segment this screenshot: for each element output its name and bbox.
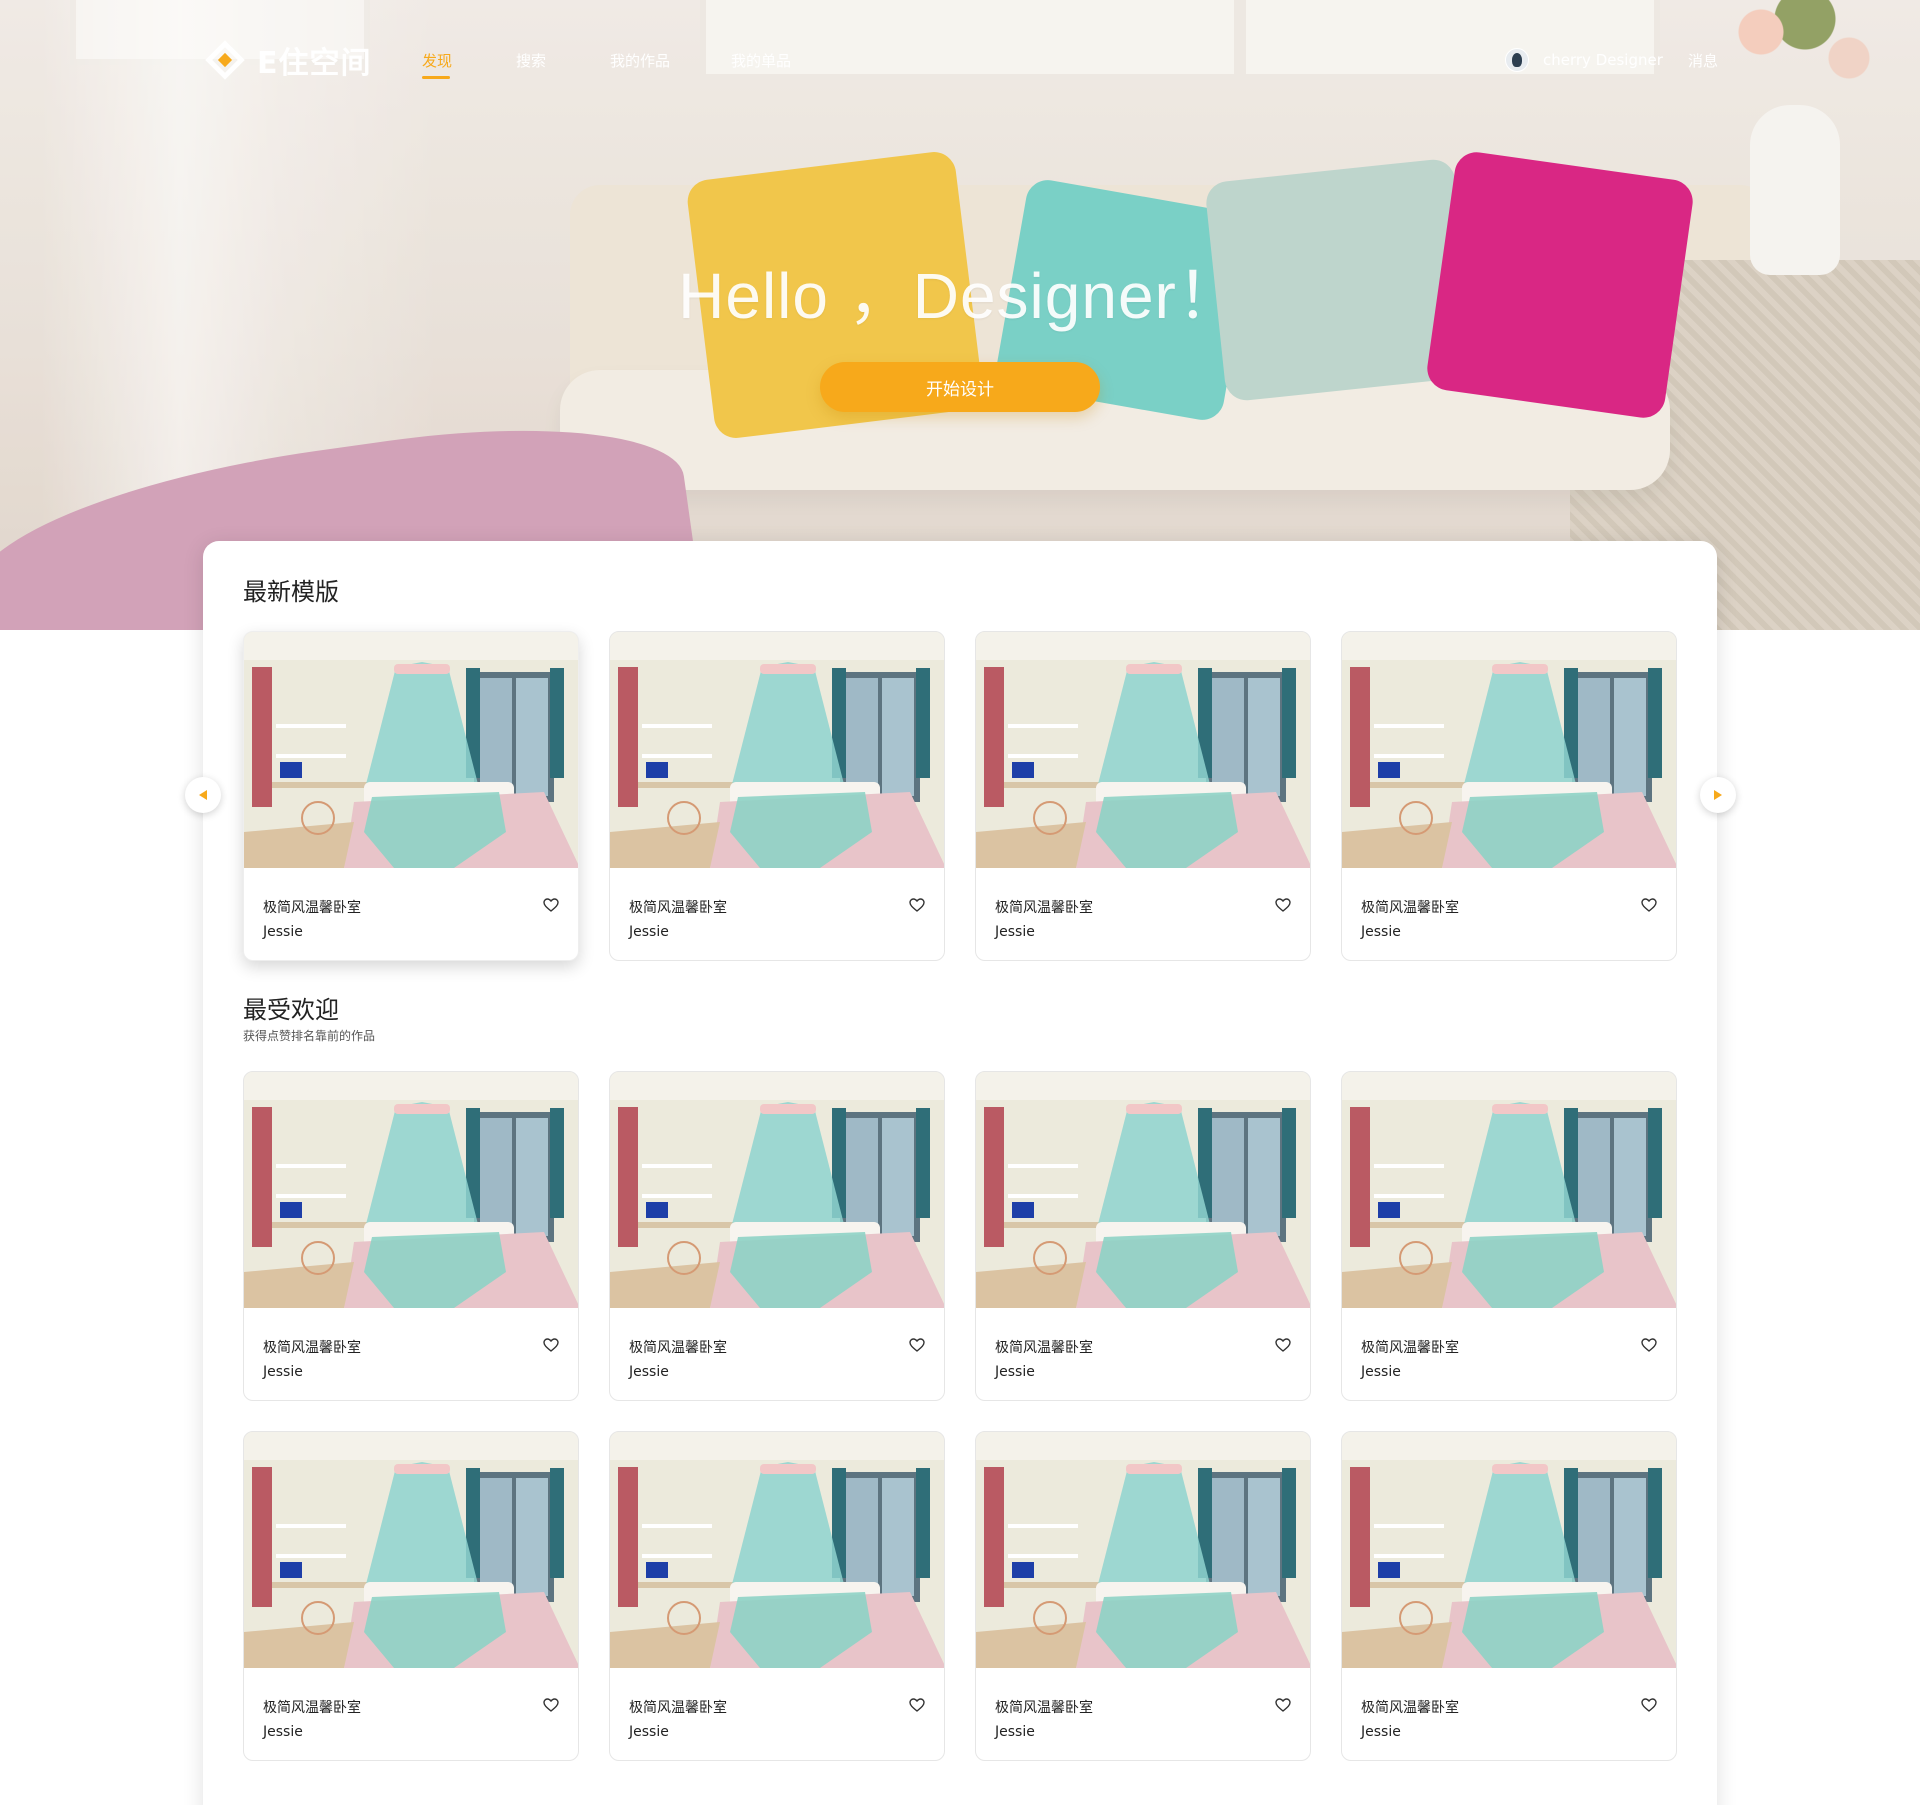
arrow-left-icon <box>199 790 207 800</box>
nav-item-my-works[interactable]: 我的作品 <box>610 50 670 71</box>
card-thumbnail[interactable] <box>976 1432 1310 1668</box>
like-icon[interactable] <box>908 1336 926 1354</box>
like-icon[interactable] <box>1274 896 1292 914</box>
card-author: Jessie <box>263 924 303 940</box>
template-card[interactable]: 极简风温馨卧室 Jessie <box>1341 1071 1677 1401</box>
card-thumbnail[interactable] <box>1342 1432 1676 1668</box>
template-card[interactable]: 极简风温馨卧室 Jessie <box>609 1071 945 1401</box>
card-thumbnail[interactable] <box>976 1072 1310 1308</box>
card-thumbnail[interactable] <box>244 632 578 868</box>
card-title: 极简风温馨卧室 <box>995 1700 1093 1716</box>
template-card[interactable]: 极简风温馨卧室 Jessie <box>975 1431 1311 1761</box>
nav-item-discover[interactable]: 发现 <box>422 50 452 71</box>
template-card[interactable]: 极简风温馨卧室 Jessie <box>609 1431 945 1761</box>
like-icon[interactable] <box>542 1336 560 1354</box>
card-author: Jessie <box>263 1364 303 1380</box>
logo-icon <box>205 40 245 80</box>
content-panel: 最新模版 极简风温馨卧室 Jessie 极简风温馨卧室 Jessie 极简风温馨卧室 Je… <box>203 541 1717 1805</box>
user-menu[interactable]: cherry Designer <box>1505 48 1663 72</box>
card-title: 极简风温馨卧室 <box>1361 900 1459 916</box>
template-card[interactable]: 极简风温馨卧室 Jessie <box>609 631 945 961</box>
template-card[interactable]: 极简风温馨卧室 Jessie <box>1341 631 1677 961</box>
card-title: 极简风温馨卧室 <box>629 900 727 916</box>
like-icon[interactable] <box>1274 1696 1292 1714</box>
section-title-latest: 最新模版 <box>243 578 339 606</box>
like-icon[interactable] <box>542 1696 560 1714</box>
section-title-popular: 最受欢迎 <box>243 996 339 1024</box>
arrow-right-icon <box>1714 790 1722 800</box>
logo-text: E住空间 <box>257 46 372 81</box>
card-author: Jessie <box>1361 1724 1401 1740</box>
like-icon[interactable] <box>1640 896 1658 914</box>
hero-title: Hello ，Designer！ <box>678 260 1242 332</box>
nav-item-my-items[interactable]: 我的单品 <box>731 50 791 71</box>
carousel-prev-button[interactable] <box>185 777 221 813</box>
user-name[interactable]: cherry Designer <box>1543 51 1663 69</box>
like-icon[interactable] <box>1274 1336 1292 1354</box>
template-card[interactable]: 极简风温馨卧室 Jessie <box>975 631 1311 961</box>
card-author: Jessie <box>263 1724 303 1740</box>
card-thumbnail[interactable] <box>610 1072 944 1308</box>
like-icon[interactable] <box>542 896 560 914</box>
card-thumbnail[interactable] <box>244 1432 578 1668</box>
card-author: Jessie <box>995 924 1035 940</box>
card-author: Jessie <box>629 1364 669 1380</box>
template-card[interactable]: 极简风温馨卧室 Jessie <box>243 1431 579 1761</box>
avatar-icon[interactable] <box>1505 48 1529 72</box>
card-thumbnail[interactable] <box>610 632 944 868</box>
like-icon[interactable] <box>908 896 926 914</box>
like-icon[interactable] <box>1640 1696 1658 1714</box>
template-card[interactable]: 极简风温馨卧室 Jessie <box>1341 1431 1677 1761</box>
card-thumbnail[interactable] <box>610 1432 944 1668</box>
card-title: 极简风温馨卧室 <box>263 1340 361 1356</box>
card-title: 极简风温馨卧室 <box>629 1340 727 1356</box>
card-title: 极简风温馨卧室 <box>1361 1700 1459 1716</box>
logo[interactable]: E住空间 <box>205 38 372 82</box>
card-thumbnail[interactable] <box>244 1072 578 1308</box>
card-thumbnail[interactable] <box>1342 1072 1676 1308</box>
nav-item-messages[interactable]: 消息 <box>1688 50 1718 71</box>
carousel-next-button[interactable] <box>1700 777 1736 813</box>
start-design-button[interactable]: 开始设计 <box>820 362 1100 412</box>
template-card[interactable]: 极简风温馨卧室 Jessie <box>243 1071 579 1401</box>
like-icon[interactable] <box>1640 1336 1658 1354</box>
card-title: 极简风温馨卧室 <box>995 900 1093 916</box>
card-author: Jessie <box>995 1724 1035 1740</box>
card-title: 极简风温馨卧室 <box>263 1700 361 1716</box>
template-card[interactable]: 极简风温馨卧室 Jessie <box>243 631 579 961</box>
like-icon[interactable] <box>908 1696 926 1714</box>
card-author: Jessie <box>629 924 669 940</box>
card-thumbnail[interactable] <box>976 632 1310 868</box>
card-thumbnail[interactable] <box>1342 632 1676 868</box>
card-author: Jessie <box>995 1364 1035 1380</box>
section-subtitle-popular: 获得点赞排名靠前的作品 <box>243 1029 376 1043</box>
card-author: Jessie <box>1361 1364 1401 1380</box>
nav-active-indicator <box>422 76 450 79</box>
top-navigation: E住空间 发现 搜索 我的作品 我的单品 cherry Designer 消息 <box>0 0 1920 120</box>
card-title: 极简风温馨卧室 <box>995 1340 1093 1356</box>
card-title: 极简风温馨卧室 <box>263 900 361 916</box>
nav-item-search[interactable]: 搜索 <box>516 50 546 71</box>
card-author: Jessie <box>629 1724 669 1740</box>
card-title: 极简风温馨卧室 <box>629 1700 727 1716</box>
card-title: 极简风温馨卧室 <box>1361 1340 1459 1356</box>
card-author: Jessie <box>1361 924 1401 940</box>
template-card[interactable]: 极简风温馨卧室 Jessie <box>975 1071 1311 1401</box>
